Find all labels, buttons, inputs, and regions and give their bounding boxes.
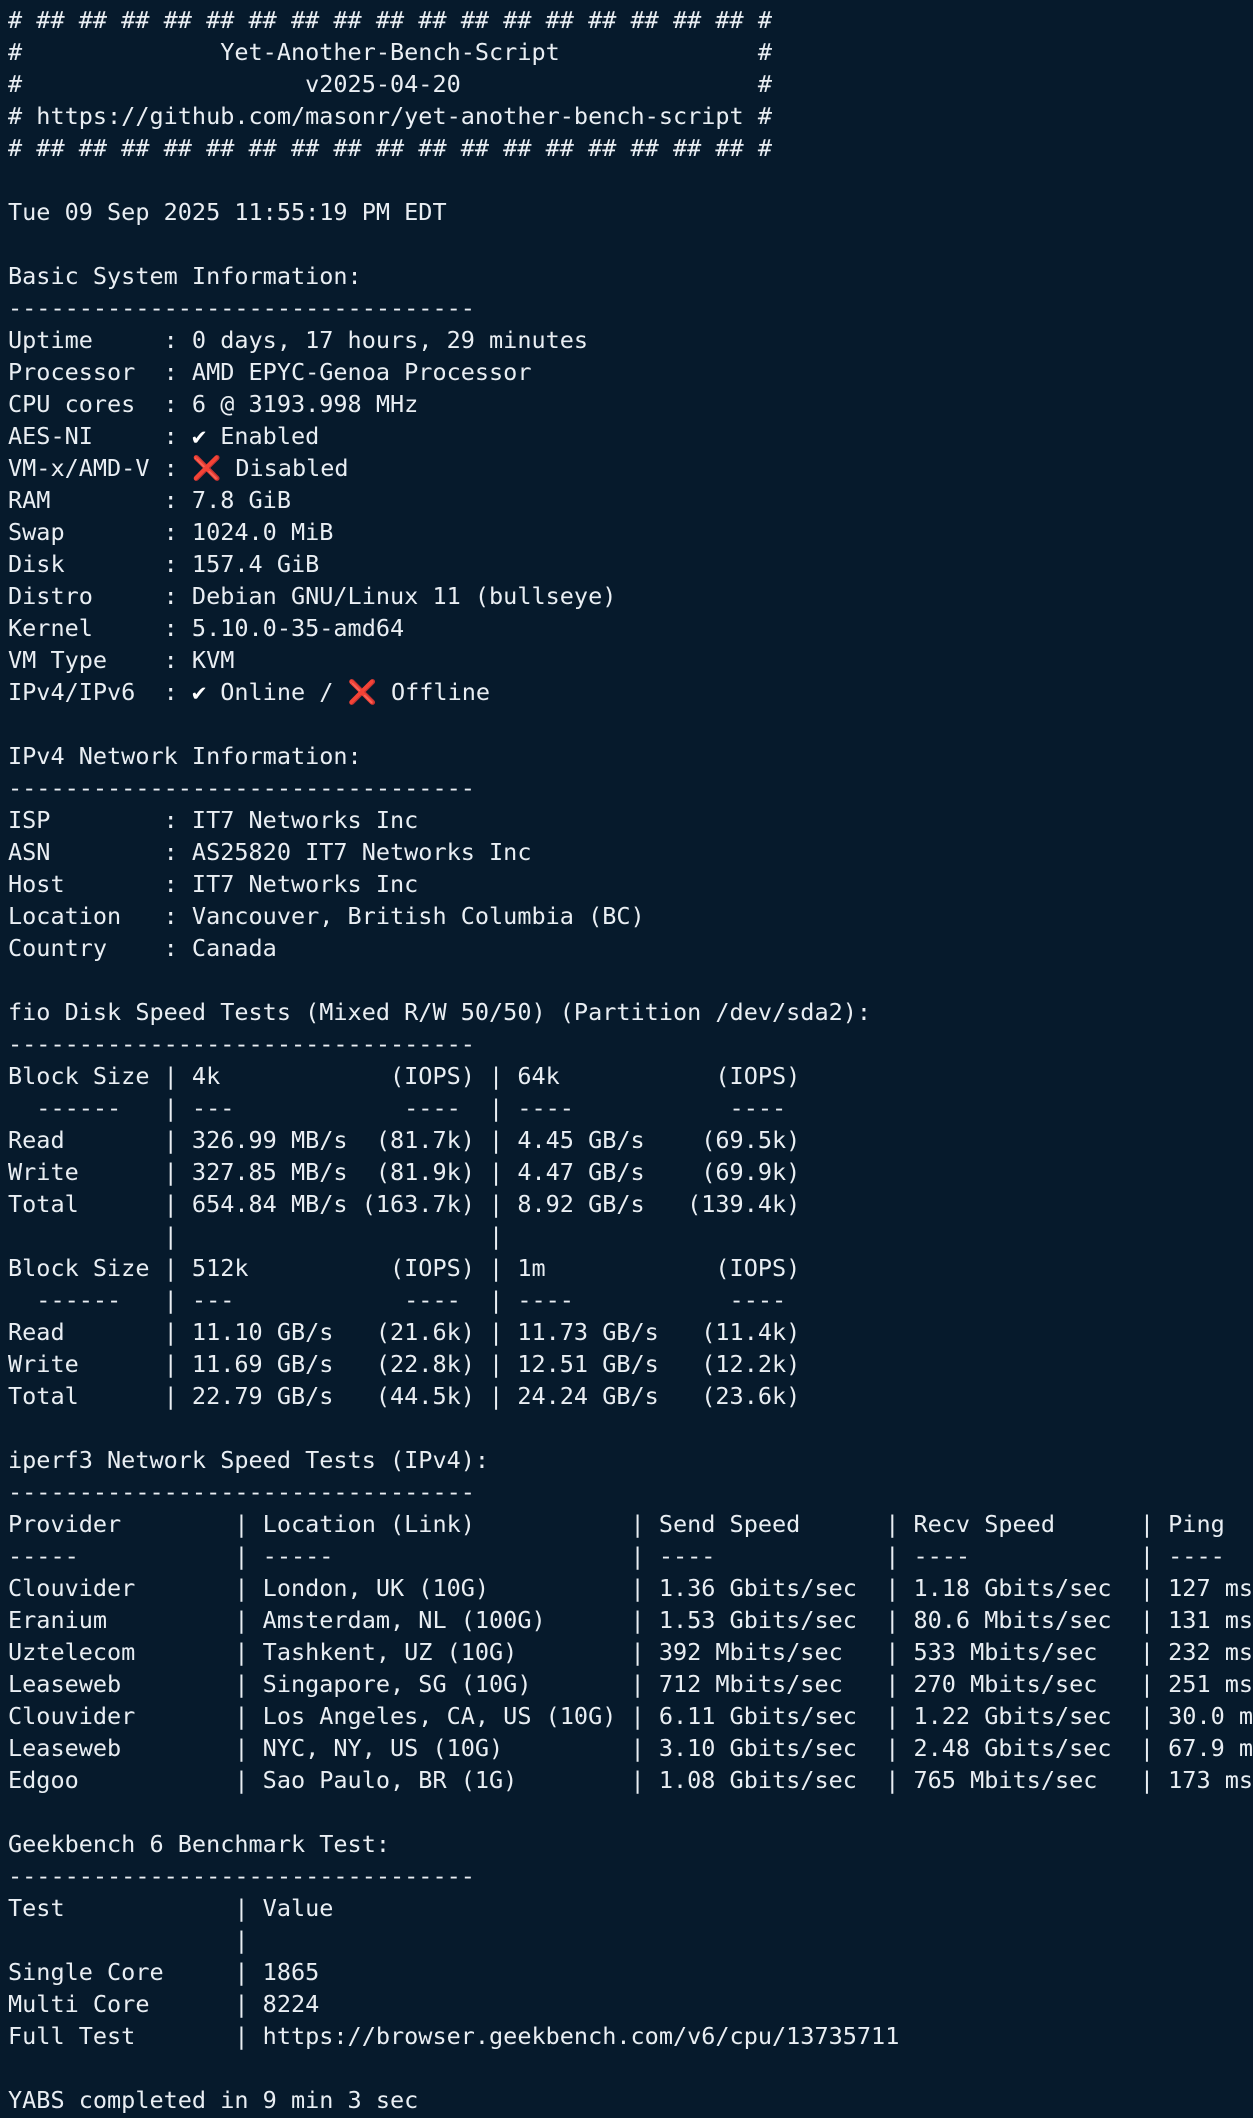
terminal-line: Read | 11.10 GB/s (21.6k) | 11.73 GB/s (… (8, 1318, 801, 1346)
terminal-line: ------ | --- ---- | ---- ---- (8, 1094, 787, 1122)
terminal-line: | | (8, 1222, 504, 1250)
terminal-line: --------------------------------- (8, 1862, 475, 1890)
terminal-line: Leaseweb | Singapore, SG (10G) | 712 Mbi… (8, 1670, 1253, 1698)
terminal-line: Full Test | https://browser.geekbench.co… (8, 2022, 900, 2050)
terminal-line: ----- | ----- | ---- | ---- | ---- (8, 1542, 1225, 1570)
terminal-line: IPv4/IPv6 : ✔ Online / ❌ Offline (8, 676, 1253, 708)
terminal-line: Kernel : 5.10.0-35-amd64 (8, 614, 405, 642)
line-value: Offline (376, 678, 491, 706)
terminal-line: Swap : 1024.0 MiB (8, 518, 334, 546)
terminal-line: Disk : 157.4 GiB (8, 550, 320, 578)
terminal-line: fio Disk Speed Tests (Mixed R/W 50/50) (… (8, 998, 872, 1026)
terminal-line: ------ | --- ---- | ---- ---- (8, 1286, 787, 1314)
line-value: Enabled (206, 422, 320, 450)
terminal-line: Total | 654.84 MB/s (163.7k) | 8.92 GB/s… (8, 1190, 801, 1218)
terminal-line: Uptime : 0 days, 17 hours, 29 minutes (8, 326, 589, 354)
terminal-line: AES-NI : ✔ Enabled (8, 420, 1253, 452)
line-value: Disabled (221, 454, 349, 482)
terminal-line: # v2025-04-20 # (8, 70, 773, 98)
terminal-line: Processor : AMD EPYC-Genoa Processor (8, 358, 532, 386)
terminal-line: Eranium | Amsterdam, NL (100G) | 1.53 Gb… (8, 1606, 1253, 1634)
terminal-line: | (8, 1926, 249, 1954)
terminal-line: ISP : IT7 Networks Inc (8, 806, 419, 834)
terminal-line: Country : Canada (8, 934, 277, 962)
terminal-line: RAM : 7.8 GiB (8, 486, 291, 514)
terminal-line: # Yet-Another-Bench-Script # (8, 38, 773, 66)
line-label: IPv4/IPv6 : (8, 678, 192, 706)
terminal-line: Clouvider | London, UK (10G) | 1.36 Gbit… (8, 1574, 1253, 1602)
line-label: AES-NI : (8, 422, 192, 450)
terminal-line: Read | 326.99 MB/s (81.7k) | 4.45 GB/s (… (8, 1126, 801, 1154)
line-label: VM-x/AMD-V : (8, 454, 192, 482)
terminal-output: # ## ## ## ## ## ## ## ## ## ## ## ## ##… (0, 0, 1253, 2118)
terminal-line: Distro : Debian GNU/Linux 11 (bullseye) (8, 582, 617, 610)
cross-icon: ❌ (191, 454, 222, 482)
terminal-line: --------------------------------- (8, 774, 475, 802)
line-value: Online / (206, 678, 348, 706)
terminal-line: Clouvider | Los Angeles, CA, US (10G) | … (8, 1702, 1253, 1730)
terminal-line: Total | 22.79 GB/s (44.5k) | 24.24 GB/s … (8, 1382, 801, 1410)
terminal-line: Test | Value (8, 1894, 334, 1922)
terminal-line: Leaseweb | NYC, NY, US (10G) | 3.10 Gbit… (8, 1734, 1253, 1762)
terminal-line: ASN : AS25820 IT7 Networks Inc (8, 838, 532, 866)
terminal-line: Multi Core | 8224 (8, 1990, 320, 2018)
terminal-line: Uztelecom | Tashkent, UZ (10G) | 392 Mbi… (8, 1638, 1253, 1666)
check-icon: ✔ (191, 678, 207, 706)
terminal-line: Basic System Information: (8, 262, 362, 290)
terminal-line: Single Core | 1865 (8, 1958, 320, 1986)
terminal-line: --------------------------------- (8, 294, 475, 322)
terminal-line: Geekbench 6 Benchmark Test: (8, 1830, 391, 1858)
terminal-line: Edgoo | Sao Paulo, BR (1G) | 1.08 Gbits/… (8, 1766, 1253, 1794)
terminal-line: Block Size | 4k (IOPS) | 64k (IOPS) (8, 1062, 801, 1090)
terminal-line: Location : Vancouver, British Columbia (… (8, 902, 645, 930)
terminal-line: Write | 11.69 GB/s (22.8k) | 12.51 GB/s … (8, 1350, 801, 1378)
terminal-line: VM Type : KVM (8, 646, 235, 674)
terminal-line: Host : IT7 Networks Inc (8, 870, 419, 898)
terminal-line: iperf3 Network Speed Tests (IPv4): (8, 1446, 490, 1474)
terminal-line: --------------------------------- (8, 1030, 475, 1058)
cross-icon: ❌ (347, 678, 377, 706)
terminal-line: YABS completed in 9 min 3 sec (8, 2086, 419, 2114)
check-icon: ✔ (191, 422, 207, 450)
terminal-line: Block Size | 512k (IOPS) | 1m (IOPS) (8, 1254, 801, 1282)
terminal-line: --------------------------------- (8, 1478, 475, 1506)
terminal-line: Tue 09 Sep 2025 11:55:19 PM EDT (8, 198, 447, 226)
terminal-line: # ## ## ## ## ## ## ## ## ## ## ## ## ##… (8, 6, 773, 34)
terminal-line: # ## ## ## ## ## ## ## ## ## ## ## ## ##… (8, 134, 773, 162)
terminal-line: IPv4 Network Information: (8, 742, 362, 770)
terminal-line: VM-x/AMD-V : ❌ Disabled (8, 452, 1253, 484)
terminal-line: CPU cores : 6 @ 3193.998 MHz (8, 390, 419, 418)
terminal-line: Write | 327.85 MB/s (81.9k) | 4.47 GB/s … (8, 1158, 801, 1186)
terminal-line: Provider | Location (Link) | Send Speed … (8, 1510, 1225, 1538)
terminal-line: # https://github.com/masonr/yet-another-… (8, 102, 773, 130)
